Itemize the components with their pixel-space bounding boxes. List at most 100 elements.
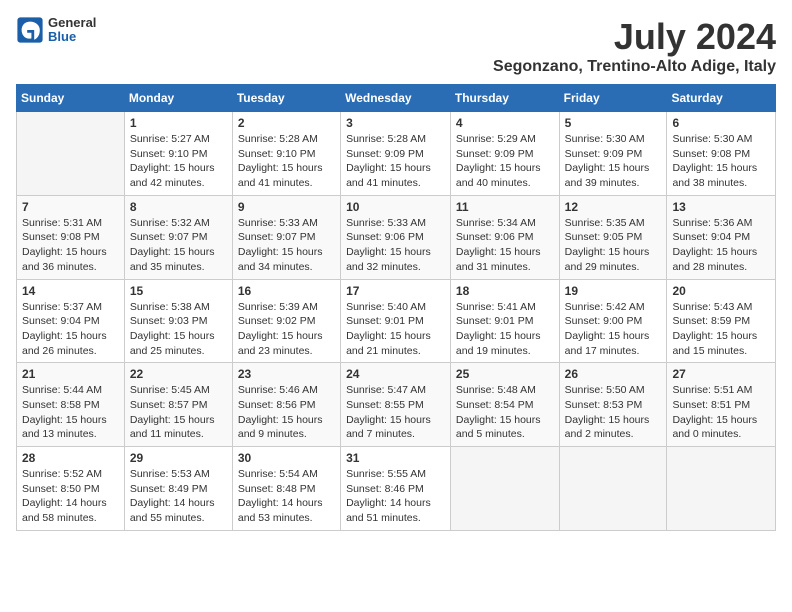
- day-info: Sunrise: 5:29 AM Sunset: 9:09 PM Dayligh…: [456, 132, 554, 191]
- calendar-cell: 1Sunrise: 5:27 AM Sunset: 9:10 PM Daylig…: [124, 112, 232, 196]
- day-info: Sunrise: 5:33 AM Sunset: 9:07 PM Dayligh…: [238, 216, 335, 275]
- day-number: 31: [346, 451, 445, 465]
- day-info: Sunrise: 5:41 AM Sunset: 9:01 PM Dayligh…: [456, 300, 554, 359]
- header-saturday: Saturday: [667, 85, 776, 112]
- calendar-header-row: SundayMondayTuesdayWednesdayThursdayFrid…: [17, 85, 776, 112]
- day-info: Sunrise: 5:30 AM Sunset: 9:09 PM Dayligh…: [565, 132, 662, 191]
- day-info: Sunrise: 5:42 AM Sunset: 9:00 PM Dayligh…: [565, 300, 662, 359]
- logo-text: General Blue: [48, 16, 96, 45]
- day-number: 23: [238, 367, 335, 381]
- day-number: 21: [22, 367, 119, 381]
- logo-line1: General: [48, 16, 96, 30]
- calendar-cell: 27 Sunrise: 5:51 AM Sunset: 8:51 PM Dayli…: [667, 363, 776, 447]
- calendar-cell: 14 Sunrise: 5:37 AM Sunset: 9:04 PM Dayli…: [17, 279, 125, 363]
- day-number: 7: [22, 200, 119, 214]
- day-info: Sunrise: 5:50 AM Sunset: 8:53 PM Dayligh…: [565, 383, 662, 442]
- calendar-cell: 13 Sunrise: 5:36 AM Sunset: 9:04 PM Dayli…: [667, 195, 776, 279]
- day-info: Sunrise: 5:51 AM Sunset: 8:51 PM Dayligh…: [672, 383, 770, 442]
- day-number: 12: [565, 200, 662, 214]
- day-number: 30: [238, 451, 335, 465]
- calendar-cell: 30 Sunrise: 5:54 AM Sunset: 8:48 PM Dayli…: [232, 447, 340, 531]
- week-row-5: 28 Sunrise: 5:52 AM Sunset: 8:50 PM Dayli…: [17, 447, 776, 531]
- day-number: 19: [565, 284, 662, 298]
- calendar-cell: 6Sunrise: 5:30 AM Sunset: 9:08 PM Daylig…: [667, 112, 776, 196]
- day-info: Sunrise: 5:28 AM Sunset: 9:09 PM Dayligh…: [346, 132, 445, 191]
- logo-icon: [16, 16, 44, 44]
- week-row-3: 14 Sunrise: 5:37 AM Sunset: 9:04 PM Dayli…: [17, 279, 776, 363]
- header-friday: Friday: [559, 85, 667, 112]
- day-number: 16: [238, 284, 335, 298]
- calendar-cell: 19 Sunrise: 5:42 AM Sunset: 9:00 PM Dayli…: [559, 279, 667, 363]
- day-number: 22: [130, 367, 227, 381]
- day-info: Sunrise: 5:34 AM Sunset: 9:06 PM Dayligh…: [456, 216, 554, 275]
- day-info: Sunrise: 5:40 AM Sunset: 9:01 PM Dayligh…: [346, 300, 445, 359]
- day-number: 2: [238, 116, 335, 130]
- calendar-title: July 2024: [493, 16, 776, 58]
- day-info: Sunrise: 5:38 AM Sunset: 9:03 PM Dayligh…: [130, 300, 227, 359]
- calendar-cell: 15 Sunrise: 5:38 AM Sunset: 9:03 PM Dayli…: [124, 279, 232, 363]
- day-number: 17: [346, 284, 445, 298]
- day-info: Sunrise: 5:54 AM Sunset: 8:48 PM Dayligh…: [238, 467, 335, 526]
- day-info: Sunrise: 5:37 AM Sunset: 9:04 PM Dayligh…: [22, 300, 119, 359]
- calendar-cell: 8 Sunrise: 5:32 AM Sunset: 9:07 PM Daylig…: [124, 195, 232, 279]
- calendar-cell: 26 Sunrise: 5:50 AM Sunset: 8:53 PM Dayli…: [559, 363, 667, 447]
- day-info: Sunrise: 5:28 AM Sunset: 9:10 PM Dayligh…: [238, 132, 335, 191]
- calendar-cell: 4 Sunrise: 5:29 AM Sunset: 9:09 PM Daylig…: [450, 112, 559, 196]
- week-row-2: 7 Sunrise: 5:31 AM Sunset: 9:08 PM Daylig…: [17, 195, 776, 279]
- logo: General Blue: [16, 16, 96, 45]
- day-number: 4: [456, 116, 554, 130]
- day-info: Sunrise: 5:44 AM Sunset: 8:58 PM Dayligh…: [22, 383, 119, 442]
- day-number: 24: [346, 367, 445, 381]
- day-number: 10: [346, 200, 445, 214]
- day-number: 15: [130, 284, 227, 298]
- week-row-1: 1Sunrise: 5:27 AM Sunset: 9:10 PM Daylig…: [17, 112, 776, 196]
- header-tuesday: Tuesday: [232, 85, 340, 112]
- day-number: 1: [130, 116, 227, 130]
- day-number: 13: [672, 200, 770, 214]
- day-number: 28: [22, 451, 119, 465]
- day-info: Sunrise: 5:45 AM Sunset: 8:57 PM Dayligh…: [130, 383, 227, 442]
- calendar-cell: 10 Sunrise: 5:33 AM Sunset: 9:06 PM Dayli…: [341, 195, 451, 279]
- day-number: 11: [456, 200, 554, 214]
- logo-line2: Blue: [48, 30, 96, 44]
- calendar-cell: [559, 447, 667, 531]
- header-thursday: Thursday: [450, 85, 559, 112]
- day-number: 26: [565, 367, 662, 381]
- title-area: July 2024 Segonzano, Trentino-Alto Adige…: [493, 16, 776, 76]
- calendar-cell: 3 Sunrise: 5:28 AM Sunset: 9:09 PM Daylig…: [341, 112, 451, 196]
- calendar-cell: 2 Sunrise: 5:28 AM Sunset: 9:10 PM Daylig…: [232, 112, 340, 196]
- day-info: Sunrise: 5:36 AM Sunset: 9:04 PM Dayligh…: [672, 216, 770, 275]
- day-info: Sunrise: 5:35 AM Sunset: 9:05 PM Dayligh…: [565, 216, 662, 275]
- calendar-cell: [450, 447, 559, 531]
- calendar-cell: 23 Sunrise: 5:46 AM Sunset: 8:56 PM Dayli…: [232, 363, 340, 447]
- day-number: 20: [672, 284, 770, 298]
- calendar-cell: 31 Sunrise: 5:55 AM Sunset: 8:46 PM Dayli…: [341, 447, 451, 531]
- calendar-cell: 7 Sunrise: 5:31 AM Sunset: 9:08 PM Daylig…: [17, 195, 125, 279]
- header-sunday: Sunday: [17, 85, 125, 112]
- day-number: 3: [346, 116, 445, 130]
- day-info: Sunrise: 5:31 AM Sunset: 9:08 PM Dayligh…: [22, 216, 119, 275]
- day-info: Sunrise: 5:33 AM Sunset: 9:06 PM Dayligh…: [346, 216, 445, 275]
- day-info: Sunrise: 5:46 AM Sunset: 8:56 PM Dayligh…: [238, 383, 335, 442]
- calendar-subtitle: Segonzano, Trentino-Alto Adige, Italy: [493, 58, 776, 76]
- calendar-cell: 28 Sunrise: 5:52 AM Sunset: 8:50 PM Dayli…: [17, 447, 125, 531]
- calendar-cell: 24Sunrise: 5:47 AM Sunset: 8:55 PM Dayli…: [341, 363, 451, 447]
- day-number: 14: [22, 284, 119, 298]
- day-number: 27: [672, 367, 770, 381]
- calendar-cell: 16 Sunrise: 5:39 AM Sunset: 9:02 PM Dayli…: [232, 279, 340, 363]
- calendar-cell: 12 Sunrise: 5:35 AM Sunset: 9:05 PM Dayli…: [559, 195, 667, 279]
- calendar-cell: 18 Sunrise: 5:41 AM Sunset: 9:01 PM Dayli…: [450, 279, 559, 363]
- day-info: Sunrise: 5:55 AM Sunset: 8:46 PM Dayligh…: [346, 467, 445, 526]
- calendar-cell: 25 Sunrise: 5:48 AM Sunset: 8:54 PM Dayli…: [450, 363, 559, 447]
- header: General Blue July 2024 Segonzano, Trenti…: [16, 16, 776, 76]
- day-info: Sunrise: 5:32 AM Sunset: 9:07 PM Dayligh…: [130, 216, 227, 275]
- day-number: 18: [456, 284, 554, 298]
- calendar-cell: 9Sunrise: 5:33 AM Sunset: 9:07 PM Daylig…: [232, 195, 340, 279]
- day-info: Sunrise: 5:52 AM Sunset: 8:50 PM Dayligh…: [22, 467, 119, 526]
- day-info: Sunrise: 5:48 AM Sunset: 8:54 PM Dayligh…: [456, 383, 554, 442]
- day-number: 25: [456, 367, 554, 381]
- day-number: 29: [130, 451, 227, 465]
- day-info: Sunrise: 5:53 AM Sunset: 8:49 PM Dayligh…: [130, 467, 227, 526]
- day-info: Sunrise: 5:39 AM Sunset: 9:02 PM Dayligh…: [238, 300, 335, 359]
- day-number: 8: [130, 200, 227, 214]
